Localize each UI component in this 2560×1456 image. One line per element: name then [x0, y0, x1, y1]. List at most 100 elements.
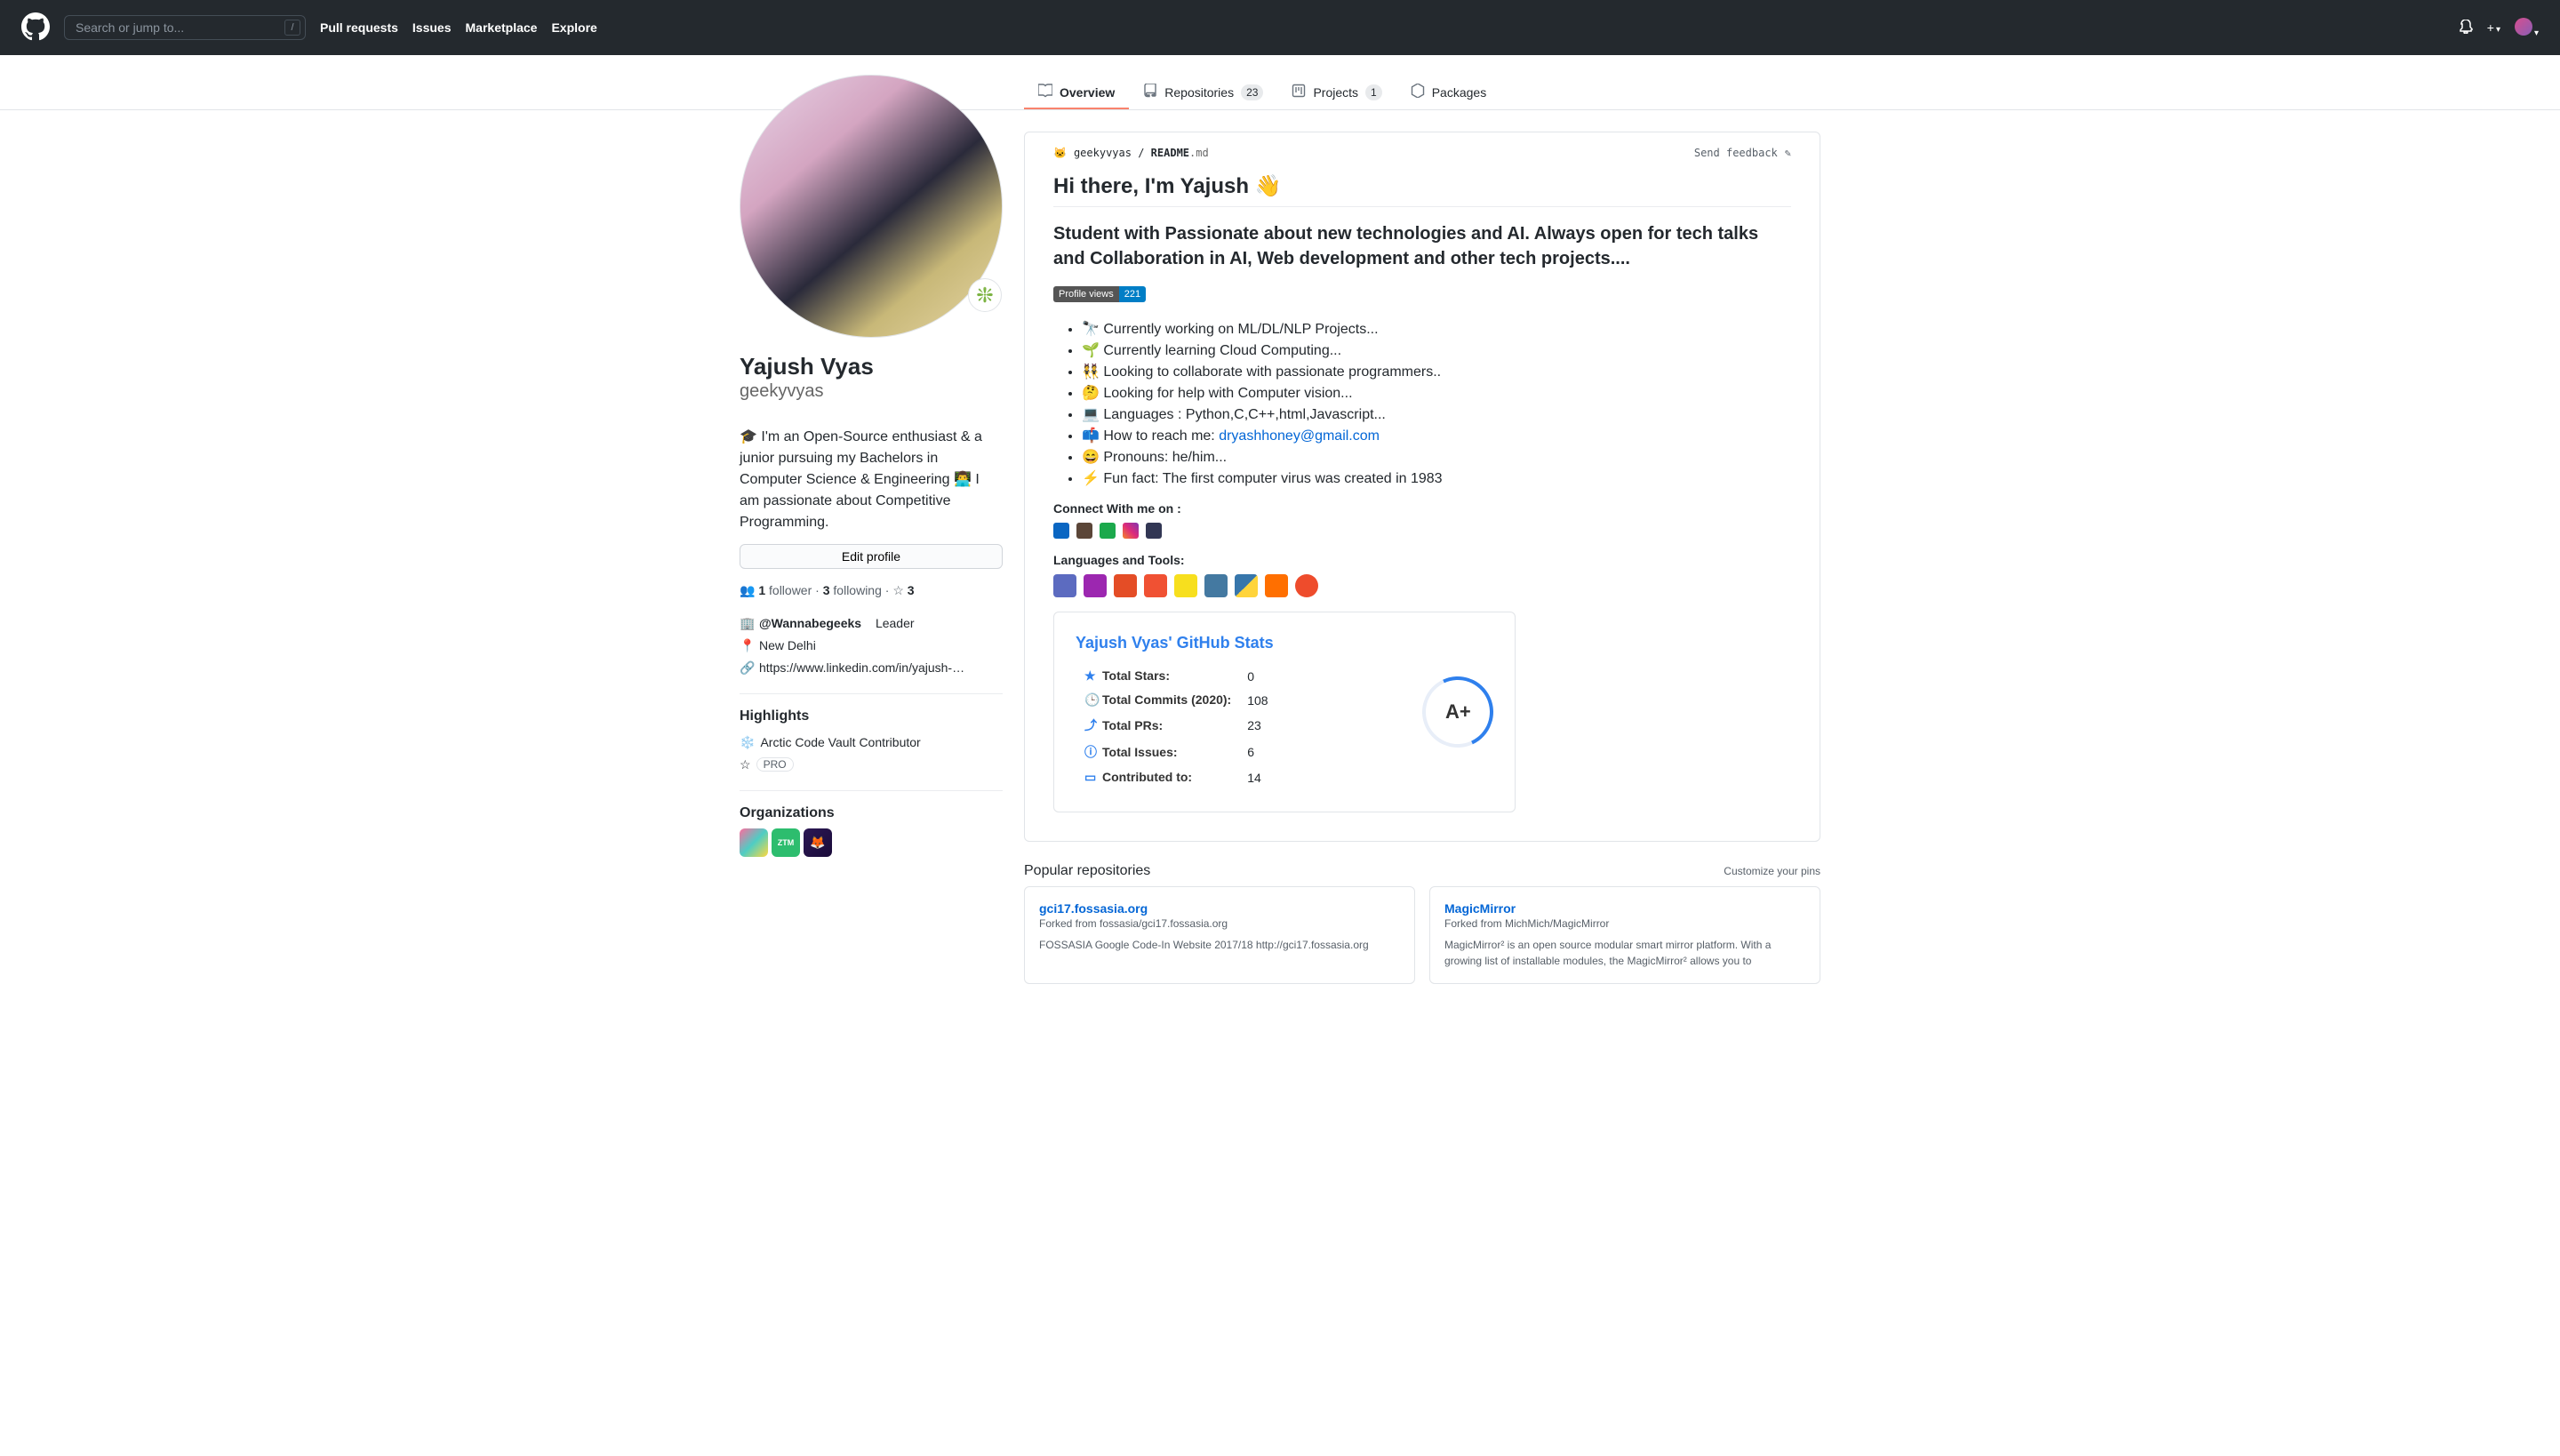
- tab-overview-label: Overview: [1060, 85, 1115, 100]
- primary-nav: Pull requests Issues Marketplace Explore: [320, 20, 597, 35]
- stats-grade-ring: A+: [1412, 667, 1504, 758]
- projects-count: 1: [1365, 84, 1382, 100]
- codechef-icon[interactable]: [1076, 523, 1092, 539]
- user-menu[interactable]: ▾: [2515, 18, 2539, 38]
- clock-icon: 🕒: [1084, 692, 1097, 708]
- org-avatar-3[interactable]: [804, 828, 832, 857]
- python-icon: [1235, 574, 1258, 597]
- book-icon: [1038, 84, 1052, 100]
- hackerearth-icon[interactable]: [1146, 523, 1162, 539]
- status-badge[interactable]: ❇️: [968, 278, 1002, 312]
- issue-icon: ⓘ: [1084, 743, 1097, 761]
- search-input[interactable]: [64, 15, 306, 40]
- mysql-icon: [1204, 574, 1228, 597]
- readme-path-file[interactable]: README: [1151, 147, 1189, 159]
- website-link[interactable]: https://www.linkedin.com/in/yajush-…: [759, 660, 964, 675]
- project-icon: [1292, 84, 1306, 100]
- highlight-arctic[interactable]: ❄️Arctic Code Vault Contributor: [740, 732, 1003, 754]
- edit-readme-icon[interactable]: ✎: [1785, 147, 1791, 159]
- tab-packages[interactable]: Packages: [1396, 76, 1500, 109]
- org-avatar-2[interactable]: [772, 828, 800, 857]
- profile-fullname: Yajush Vyas: [740, 352, 1003, 381]
- followers-bar: 👥 1 follower · 3 following · ☆ 3: [740, 583, 1003, 598]
- location-icon: 📍: [740, 638, 754, 653]
- stars-count[interactable]: 3: [908, 583, 915, 597]
- nav-explore[interactable]: Explore: [551, 20, 596, 35]
- profile-bio: 🎓 I'm an Open-Source enthusiast & a juni…: [740, 427, 1003, 533]
- highlights-title: Highlights: [740, 708, 1003, 724]
- bullet-item: ⚡ Fun fact: The first computer virus was…: [1082, 469, 1791, 487]
- organizations-title: Organizations: [740, 805, 1003, 821]
- bullet-item: 🔭 Currently working on ML/DL/NLP Project…: [1082, 320, 1791, 338]
- send-feedback-link[interactable]: Send feedback: [1694, 147, 1778, 159]
- package-icon: [1411, 84, 1425, 100]
- instagram-icon[interactable]: [1123, 523, 1139, 539]
- contact-email[interactable]: dryashhoney@gmail.com: [1219, 428, 1380, 444]
- repo-desc: FOSSASIA Google Code-In Website 2017/18 …: [1039, 937, 1400, 953]
- stat-row: ⓘTotal Issues:6: [1077, 740, 1276, 764]
- tab-overview[interactable]: Overview: [1024, 76, 1129, 109]
- github-logo[interactable]: [21, 12, 50, 44]
- pinned-repo-card: gci17.fossasia.org Forked from fossasia/…: [1024, 886, 1415, 984]
- notifications-icon[interactable]: [2459, 20, 2473, 36]
- readme-path-user[interactable]: geekyvyas: [1074, 147, 1132, 159]
- stat-row: ▭Contributed to:14: [1077, 766, 1276, 788]
- tab-projects-label: Projects: [1313, 85, 1358, 100]
- repo-icon: ▭: [1084, 770, 1097, 785]
- github-stats-card: Yajush Vyas' GitHub Stats ★Total Stars:0…: [1053, 612, 1516, 812]
- stats-title: Yajush Vyas' GitHub Stats: [1076, 634, 1387, 652]
- readme-bullets: 🔭 Currently working on ML/DL/NLP Project…: [1053, 320, 1791, 487]
- create-new-dropdown[interactable]: +▾: [2487, 20, 2500, 35]
- tab-repositories[interactable]: Repositories 23: [1129, 76, 1277, 109]
- javascript-icon: [1174, 574, 1197, 597]
- star-icon: ☆: [740, 757, 751, 772]
- tools-label: Languages and Tools:: [1053, 553, 1791, 567]
- hackerrank-icon[interactable]: [1100, 523, 1116, 539]
- edit-profile-button[interactable]: Edit profile: [740, 544, 1003, 569]
- bullet-item: 🌱 Currently learning Cloud Computing...: [1082, 341, 1791, 359]
- tab-projects[interactable]: Projects 1: [1277, 76, 1396, 109]
- repo-desc: MagicMirror² is an open source modular s…: [1444, 937, 1805, 969]
- linkedin-icon[interactable]: [1053, 523, 1069, 539]
- bullet-item: 👯 Looking to collaborate with passionate…: [1082, 363, 1791, 380]
- customize-pins-link[interactable]: Customize your pins: [1724, 865, 1820, 877]
- star-icon: ★: [1084, 668, 1097, 684]
- readme-subtitle: Student with Passionate about new techno…: [1053, 221, 1791, 271]
- stat-row: ★Total Stars:0: [1077, 665, 1276, 687]
- profile-avatar[interactable]: ❇️: [740, 75, 1003, 338]
- connect-label: Connect With me on :: [1053, 501, 1791, 516]
- pro-badge: PRO: [756, 757, 794, 772]
- repo-link[interactable]: MagicMirror: [1444, 901, 1516, 916]
- search-slash-hint: /: [284, 20, 300, 36]
- tab-repositories-label: Repositories: [1164, 85, 1234, 100]
- star-icon: ☆: [892, 583, 904, 597]
- link-icon: 🔗: [740, 660, 754, 676]
- followers-count[interactable]: 1: [758, 583, 765, 597]
- profile-views-badge: Profile views 221: [1053, 286, 1146, 302]
- profile-tabnav: Overview Repositories 23 Projects 1 Pack…: [1024, 55, 1820, 109]
- stat-row: ⤴Total PRs:23: [1077, 713, 1276, 738]
- snowflake-icon: ❄️: [740, 735, 755, 750]
- readme-title: Hi there, I'm Yajush 👋: [1053, 173, 1791, 207]
- highlight-pro[interactable]: ☆ PRO: [740, 754, 1003, 776]
- stat-row: 🕒Total Commits (2020):108: [1077, 689, 1276, 711]
- following-count[interactable]: 3: [823, 583, 830, 597]
- repo-link[interactable]: gci17.fossasia.org: [1039, 901, 1148, 916]
- tab-packages-label: Packages: [1432, 85, 1486, 100]
- repo-icon: [1143, 84, 1157, 100]
- people-icon: 👥: [740, 583, 755, 597]
- nav-pull-requests[interactable]: Pull requests: [320, 20, 398, 35]
- company-row: 🏢@Wannabegeeks Leader: [740, 612, 1003, 635]
- forked-from: Forked from MichMich/MagicMirror: [1444, 917, 1805, 930]
- pytorch-icon: [1295, 574, 1318, 597]
- repositories-count: 23: [1241, 84, 1263, 100]
- nav-issues[interactable]: Issues: [412, 20, 452, 35]
- smiley-icon: 🐱: [1053, 147, 1067, 159]
- global-header: / Pull requests Issues Marketplace Explo…: [0, 0, 2560, 55]
- popular-repos-title: Popular repositories: [1024, 863, 1150, 879]
- org-avatar-1[interactable]: [740, 828, 768, 857]
- bullet-item: 🤔 Looking for help with Computer vision.…: [1082, 384, 1791, 402]
- pr-icon: ⤴: [1084, 716, 1097, 734]
- nav-marketplace[interactable]: Marketplace: [466, 20, 538, 35]
- html-icon: [1114, 574, 1137, 597]
